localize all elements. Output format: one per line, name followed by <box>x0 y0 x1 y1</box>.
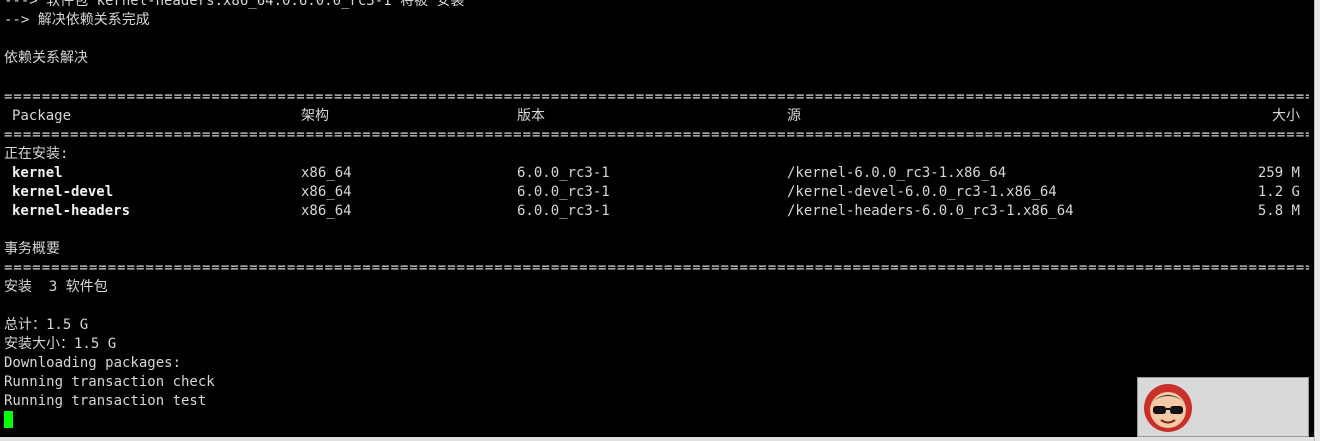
package-version: 6.0.0_rc3-1 <box>517 184 610 200</box>
package-version: 6.0.0_rc3-1 <box>517 203 610 219</box>
window-bottom-edge <box>0 437 1314 441</box>
output-line-total: 总计：1.5 G <box>4 317 89 333</box>
separator-rule: ========================================… <box>4 127 1309 143</box>
terminal-window[interactable]: ---> 软件包 kernel-headers.x86_64.0.6.0.0_r… <box>0 0 1314 437</box>
package-arch: x86_64 <box>301 184 352 200</box>
package-source: /kernel-6.0.0_rc3-1.x86_64 <box>787 165 1007 181</box>
output-line-install-size: 安装大小：1.5 G <box>4 336 117 352</box>
scrollbar[interactable] <box>1314 0 1320 441</box>
package-size: 5.8 M <box>1257 203 1300 219</box>
output-line-downloading: Downloading packages: <box>4 355 182 371</box>
output-line-check: Running transaction check <box>4 374 215 390</box>
output-line-test: Running transaction test <box>4 393 207 409</box>
separator-rule: ========================================… <box>4 260 1309 276</box>
header-arch: 架构 <box>301 108 329 124</box>
text-cursor <box>4 411 13 428</box>
output-line-deps-resolved: 依赖关系解决 <box>4 50 88 66</box>
output-line-deps-done: --> 解决依赖关系完成 <box>4 12 150 28</box>
output-line-install-count: 安装 3 软件包 <box>4 279 108 295</box>
header-source: 源 <box>787 108 801 124</box>
watermark-overlay <box>1137 377 1309 437</box>
package-arch: x86_64 <box>301 203 352 219</box>
header-version: 版本 <box>517 108 545 124</box>
separator-rule: ========================================… <box>4 89 1309 105</box>
header-size: 大小 <box>1272 108 1300 124</box>
package-size: 1.2 G <box>1257 184 1300 200</box>
package-name: kernel <box>12 165 63 181</box>
package-name: kernel-headers <box>12 203 131 219</box>
package-name: kernel-devel <box>12 184 114 200</box>
package-source: /kernel-headers-6.0.0_rc3-1.x86_64 <box>787 203 1074 219</box>
output-line-package-install: ---> 软件包 kernel-headers.x86_64.0.6.0.0_r… <box>4 0 465 9</box>
package-arch: x86_64 <box>301 165 352 181</box>
package-source: /kernel-devel-6.0.0_rc3-1.x86_64 <box>787 184 1057 200</box>
output-line-installing: 正在安装: <box>4 146 69 162</box>
header-package: Package <box>12 108 72 124</box>
package-size: 259 M <box>1257 165 1300 181</box>
package-version: 6.0.0_rc3-1 <box>517 165 610 181</box>
face-with-sunglasses-icon <box>1144 384 1192 432</box>
output-line-summary: 事务概要 <box>4 241 60 257</box>
